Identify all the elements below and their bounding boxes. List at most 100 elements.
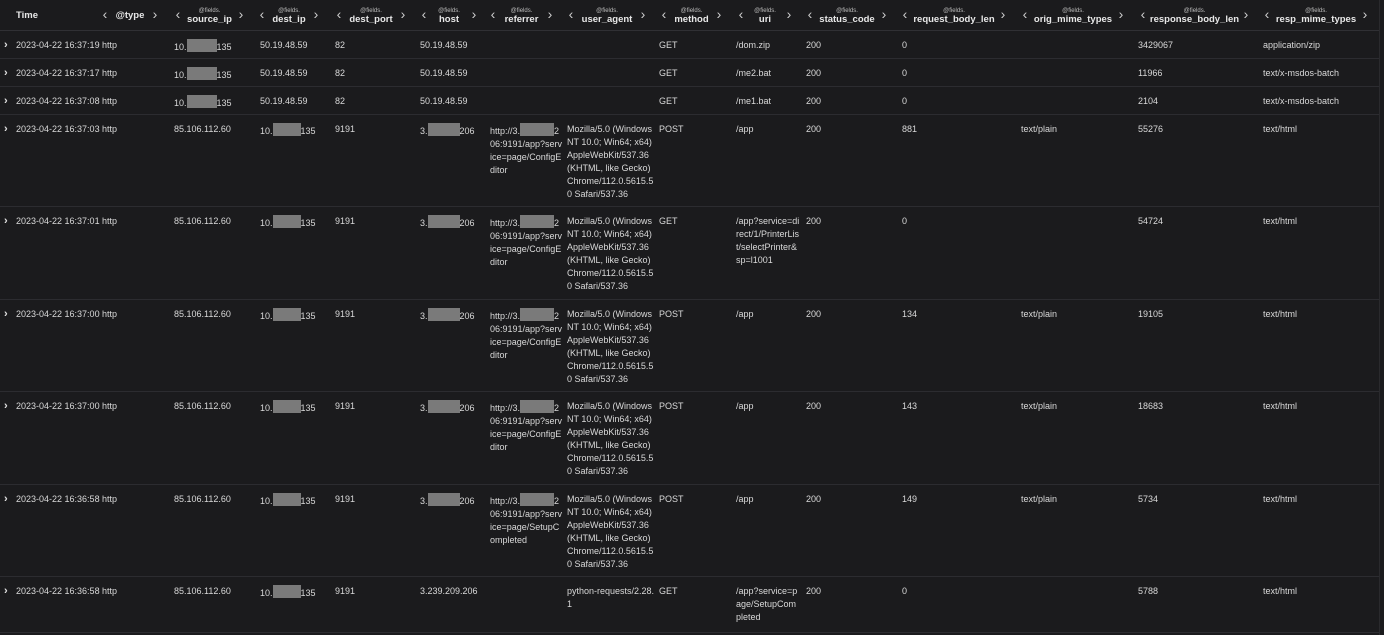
column-header-request-body-len[interactable]: ‹ › @fields. request_body_len (894, 0, 1013, 30)
cell-request-body-len: 0 (902, 216, 908, 226)
cell-request-body-len: 143 (902, 401, 918, 411)
cell-dest-port: 9191 (335, 216, 356, 226)
value-prefix: 3. (420, 496, 428, 506)
expand-row-icon[interactable]: › (4, 39, 13, 51)
expand-row-icon[interactable]: › (4, 67, 13, 79)
cell-method: POST (659, 494, 684, 504)
cell-request-body-len: 0 (902, 96, 908, 106)
column-label: orig_mime_types (1033, 14, 1113, 25)
cell-resp-mime-types: text/html (1263, 124, 1298, 134)
column-header-dest-ip[interactable]: ‹ › @fields. dest_ip (250, 0, 327, 30)
column-header-orig-mime-types[interactable]: ‹ › @fields. orig_mime_types (1013, 0, 1131, 30)
column-header-referrer[interactable]: ‹ › @fields. referrer (482, 0, 560, 30)
move-column-right-icon[interactable]: › (638, 7, 648, 21)
cell-source-ip: 85.106.112.60 (174, 124, 231, 134)
redaction-block (427, 308, 460, 321)
redaction-block (272, 493, 301, 506)
cell-host: 50.19.48.59 (420, 96, 468, 106)
move-column-left-icon[interactable]: ‹ (488, 7, 498, 21)
move-column-right-icon[interactable]: › (398, 7, 408, 21)
move-column-left-icon[interactable]: ‹ (257, 7, 267, 21)
cell-orig-mime-types: text/plain (1021, 124, 1058, 134)
move-column-left-icon[interactable]: ‹ (173, 7, 183, 21)
cell-dest-port: 82 (335, 68, 346, 78)
column-header-status-code[interactable]: ‹ › @fields. status_code (798, 0, 894, 30)
move-column-left-icon[interactable]: ‹ (100, 7, 110, 21)
table-row[interactable]: › 2023-04-22 16:37:01 http 85.106.112.60 10.… (0, 206, 1379, 300)
value-prefix: 10. (260, 126, 273, 136)
column-header-type[interactable]: ‹ › @type (95, 0, 166, 30)
cell-type: http (102, 309, 118, 319)
cell-method: GET (659, 586, 678, 596)
move-column-right-icon[interactable]: › (1241, 7, 1251, 21)
cell-time: 2023-04-22 16:37:17 (16, 68, 100, 78)
expand-row-icon[interactable]: › (4, 95, 13, 107)
cell-user-agent: Mozilla/5.0 (Windows NT 10.0; Win64; x64… (567, 216, 654, 291)
move-column-right-icon[interactable]: › (545, 7, 555, 21)
column-header-time[interactable]: Time (0, 0, 95, 30)
move-column-left-icon[interactable]: ‹ (419, 7, 429, 21)
move-column-left-icon[interactable]: ‹ (334, 7, 344, 21)
column-label: @type (115, 10, 145, 21)
expand-row-icon[interactable]: › (4, 215, 13, 227)
expand-row-icon[interactable]: › (4, 493, 13, 505)
move-column-left-icon[interactable]: ‹ (566, 7, 576, 21)
table-row[interactable]: › 2023-04-22 16:37:08 http 10. 135 50.19.48.5… (0, 86, 1379, 115)
table-row[interactable]: › 2023-04-22 16:36:58 http 85.106.112.60 10.… (0, 576, 1379, 633)
expand-row-icon[interactable]: › (4, 585, 13, 597)
cell-dest-ip: 10. 135 (260, 123, 316, 138)
table-row[interactable]: › 2023-04-22 16:37:00 http 85.106.112.60 10.… (0, 391, 1379, 485)
table-row[interactable]: › 2023-04-22 16:37:17 http 10. 135 50.19.48.5… (0, 58, 1379, 87)
column-header-response-body-len[interactable]: ‹ › @fields. response_body_len (1131, 0, 1256, 30)
expand-row-icon[interactable]: › (4, 123, 13, 135)
expand-row-icon[interactable]: › (4, 400, 13, 412)
expand-row-icon[interactable]: › (4, 308, 13, 320)
cell-source-ip: 85.106.112.60 (174, 586, 231, 596)
move-column-right-icon[interactable]: › (1116, 7, 1126, 21)
move-column-right-icon[interactable]: › (1360, 7, 1370, 21)
cell-dest-ip: 10. 135 (260, 215, 316, 230)
cell-orig-mime-types: text/plain (1021, 309, 1058, 319)
table-row[interactable]: › 2023-04-22 16:36:58 http 85.106.112.60 10.… (0, 484, 1379, 577)
move-column-left-icon[interactable]: ‹ (900, 7, 910, 21)
move-column-right-icon[interactable]: › (236, 7, 246, 21)
move-column-right-icon[interactable]: › (150, 7, 160, 21)
move-column-right-icon[interactable]: › (784, 7, 794, 21)
move-column-right-icon[interactable]: › (998, 7, 1008, 21)
column-header-host[interactable]: ‹ › @fields. host (412, 0, 482, 30)
value-prefix: 10. (260, 496, 273, 506)
value-prefix: 10. (260, 403, 273, 413)
cell-time: 2023-04-22 16:36:58 (16, 586, 100, 596)
move-column-right-icon[interactable]: › (714, 7, 724, 21)
move-column-left-icon[interactable]: ‹ (1262, 7, 1272, 21)
column-header-dest-port[interactable]: ‹ › @fields. dest_port (327, 0, 412, 30)
column-header-uri[interactable]: ‹ › @fields. uri (729, 0, 798, 30)
redaction-block (520, 308, 555, 321)
move-column-left-icon[interactable]: ‹ (1138, 7, 1148, 21)
table-row[interactable]: › 2023-04-22 16:37:03 http 85.106.112.60 10.… (0, 114, 1379, 207)
cell-time: 2023-04-22 16:37:00 (16, 401, 100, 411)
redaction-block (272, 215, 301, 228)
move-column-right-icon[interactable]: › (311, 7, 321, 21)
cell-uri: /app?service=direct/1/PrinterList/select… (736, 216, 800, 265)
value-suffix: 135 (300, 496, 316, 506)
column-header-source-ip[interactable]: ‹ › @fields. source_ip (166, 0, 250, 30)
move-column-right-icon[interactable]: › (879, 7, 889, 21)
move-column-left-icon[interactable]: ‹ (1020, 7, 1030, 21)
cell-time: 2023-04-22 16:37:03 (16, 124, 100, 134)
cell-host: 3.239.209.206 (420, 586, 478, 596)
move-column-left-icon[interactable]: ‹ (736, 7, 746, 21)
value-suffix: 2 (554, 126, 560, 136)
move-column-left-icon[interactable]: ‹ (805, 7, 815, 21)
move-column-left-icon[interactable]: ‹ (659, 7, 669, 21)
column-header-resp-mime-types[interactable]: ‹ › @fields. resp_mime_types (1256, 0, 1379, 30)
column-label: uri (758, 14, 772, 25)
value-rest: 06:9191/app?service=page/SetupCompleted (490, 508, 563, 545)
column-header-user-agent[interactable]: ‹ › @fields. user_agent (560, 0, 652, 30)
move-column-right-icon[interactable]: › (469, 7, 479, 21)
table-row[interactable]: › 2023-04-22 16:37:00 http 85.106.112.60 10.… (0, 299, 1379, 392)
column-header-method[interactable]: ‹ › @fields. method (652, 0, 729, 30)
table-row[interactable]: › 2023-04-22 16:37:19 http 10. 135 50.19.48.5… (0, 30, 1379, 59)
value-prefix: 10. (260, 218, 273, 228)
cell-user-agent: Mozilla/5.0 (Windows NT 10.0; Win64; x64… (567, 401, 654, 476)
